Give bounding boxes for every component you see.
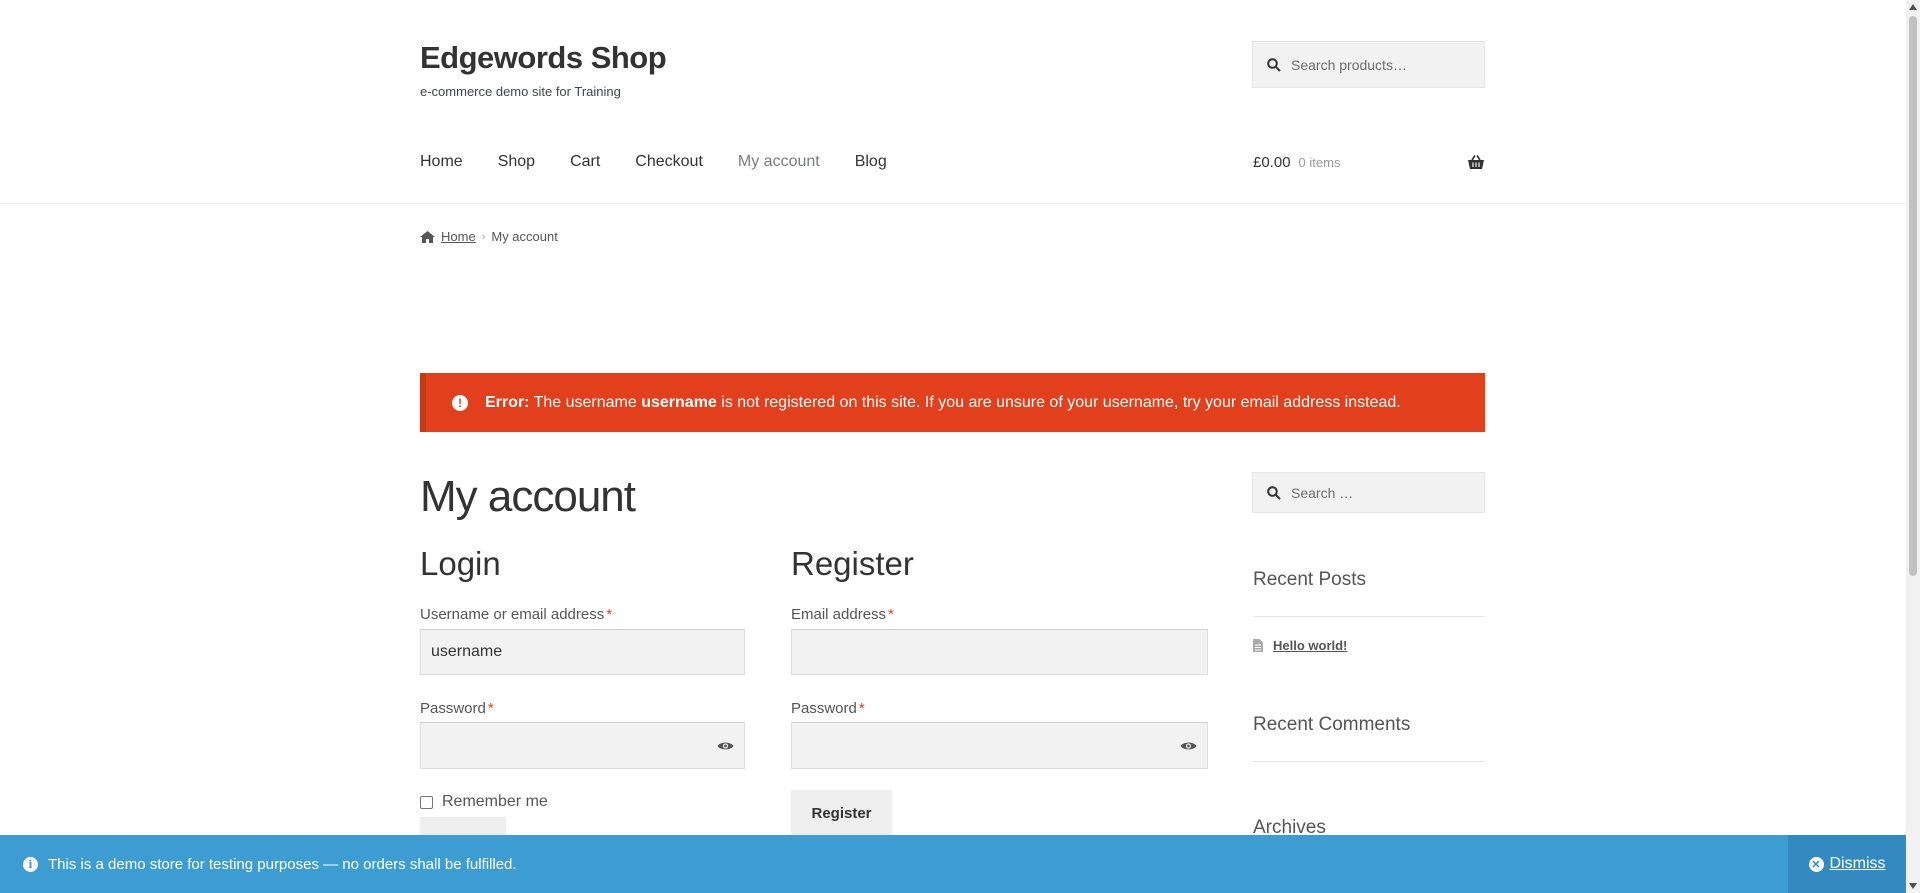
register-heading: Register (791, 545, 914, 582)
scroll-up-arrow[interactable] (1909, 4, 1917, 10)
close-icon: ✕ (1808, 856, 1824, 872)
document-icon (1253, 639, 1263, 652)
recent-comments-divider (1253, 761, 1485, 762)
error-message: Error: The username username is not regi… (485, 394, 1401, 412)
username-value: username (431, 643, 503, 660)
required-marker: * (606, 606, 613, 623)
recent-posts-heading: Recent Posts (1253, 569, 1366, 590)
recent-posts-divider (1253, 616, 1485, 617)
register-email-input[interactable] (791, 629, 1208, 675)
show-password-icon[interactable] (717, 740, 734, 751)
nav-blog[interactable]: Blog (855, 153, 887, 171)
product-search-input[interactable]: Search products… (1252, 41, 1485, 88)
breadcrumb-current: My account (491, 229, 558, 244)
nav-my-account[interactable]: My account (738, 153, 820, 171)
nav-cart[interactable]: Cart (570, 153, 600, 171)
error-text-2: is not registered on this site. If you a… (716, 393, 1401, 411)
login-password-label: Password * (420, 700, 494, 717)
primary-navigation: Home Shop Cart Checkout My account Blog (420, 153, 922, 171)
error-notice: ! Error: The username username is not re… (420, 373, 1485, 432)
register-button[interactable]: Register (791, 790, 892, 837)
recent-post-link[interactable]: Hello world! (1273, 638, 1347, 653)
demo-store-notice: i This is a demo store for testing purpo… (0, 835, 1906, 893)
recent-comments-heading: Recent Comments (1253, 714, 1411, 735)
email-label: Email address * (791, 606, 894, 623)
site-title[interactable]: Edgewords Shop (420, 40, 667, 76)
error-username: username (641, 393, 717, 411)
login-password-input[interactable] (420, 722, 745, 769)
breadcrumb-home-link[interactable]: Home (441, 229, 476, 244)
username-label: Username or email address * (420, 606, 613, 623)
register-password-input[interactable] (791, 722, 1208, 769)
page-title: My account (420, 472, 636, 521)
show-password-icon[interactable] (1180, 740, 1197, 751)
dismiss-button[interactable]: ✕ Dismiss (1788, 835, 1906, 893)
cart-item-count: 0 items (1298, 155, 1341, 170)
sidebar-search-placeholder: Search … (1291, 484, 1354, 501)
demo-notice-text: This is a demo store for testing purpose… (48, 855, 517, 873)
required-marker: * (888, 606, 894, 623)
nav-checkout[interactable]: Checkout (635, 153, 703, 171)
required-marker: * (858, 700, 865, 717)
breadcrumb: Home › My account (420, 229, 558, 244)
required-marker: * (487, 700, 494, 717)
breadcrumb-separator: › (481, 230, 486, 243)
search-icon (1267, 57, 1281, 72)
site-description: e-commerce demo site for Training (420, 84, 621, 99)
recent-post-item: Hello world! (1253, 638, 1347, 653)
remember-me-checkbox[interactable] (420, 795, 433, 809)
scrollbar-thumb[interactable] (1909, 16, 1917, 576)
sidebar-search-input[interactable]: Search … (1252, 472, 1485, 513)
vertical-scrollbar[interactable] (1906, 0, 1920, 893)
home-icon (420, 230, 435, 243)
nav-home[interactable]: Home (420, 153, 463, 171)
search-placeholder: Search products… (1291, 56, 1407, 73)
register-password-label: Password * (791, 700, 865, 717)
basket-icon (1468, 155, 1484, 169)
mini-cart[interactable]: £0.00 0 items (1253, 154, 1485, 171)
scroll-down-arrow[interactable] (1909, 883, 1917, 889)
search-icon (1267, 485, 1281, 500)
login-heading: Login (420, 545, 501, 582)
remember-me-label: Remember me (442, 793, 548, 810)
info-icon: i (23, 856, 38, 872)
error-text-1: The username (529, 393, 642, 411)
header-divider (0, 203, 1906, 204)
dismiss-link[interactable]: Dismiss (1830, 855, 1886, 873)
nav-shop[interactable]: Shop (498, 153, 535, 171)
error-icon: ! (452, 394, 468, 411)
username-input[interactable]: username (420, 629, 745, 675)
error-prefix: Error: (485, 393, 530, 411)
remember-me[interactable]: Remember me (420, 793, 548, 811)
cart-total: £0.00 (1253, 154, 1291, 171)
